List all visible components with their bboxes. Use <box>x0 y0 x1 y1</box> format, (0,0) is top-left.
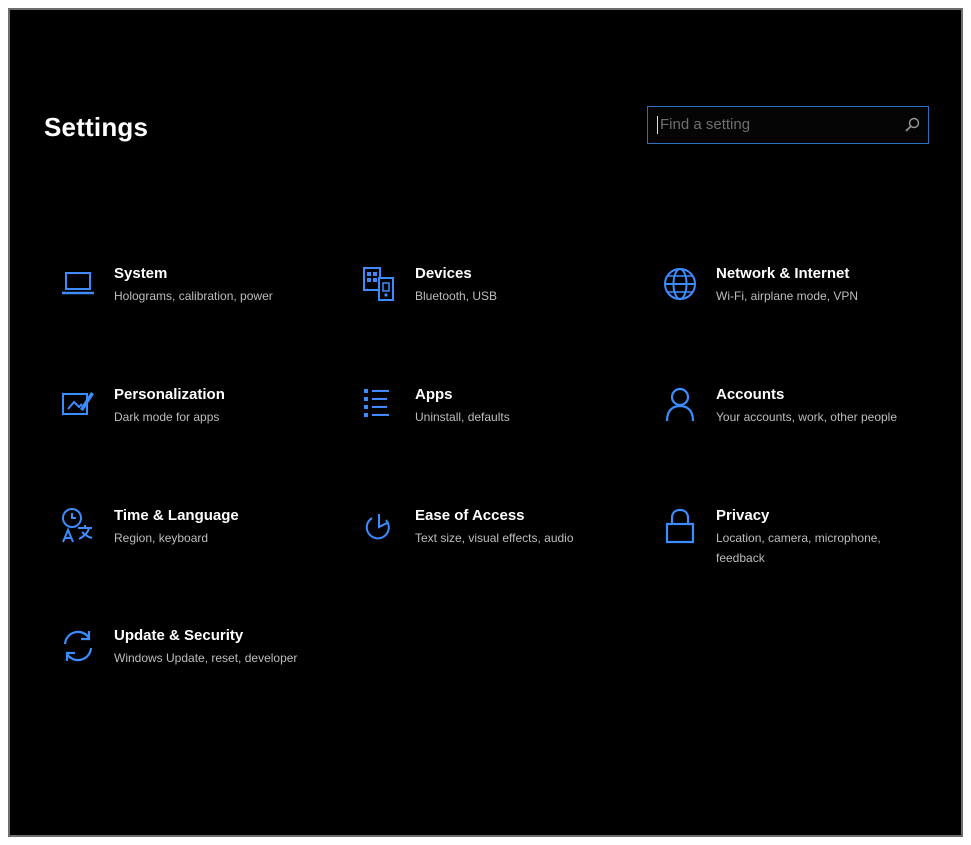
tile-apps[interactable]: Apps Uninstall, defaults <box>359 385 629 475</box>
tile-devices[interactable]: Devices Bluetooth, USB <box>359 264 629 354</box>
search-box[interactable] <box>647 106 929 144</box>
devices-icon <box>359 264 399 304</box>
tile-label: System <box>114 265 168 282</box>
tile-label: Update & Security <box>114 627 244 644</box>
tile-label: Devices <box>415 265 472 282</box>
tile-label: Apps <box>415 386 453 403</box>
tile-label: Personalization <box>114 386 225 403</box>
tile-description: Windows Update, reset, developer <box>114 651 298 665</box>
person-icon <box>660 385 700 425</box>
tile-system[interactable]: System Holograms, calibration, power <box>58 264 328 354</box>
tile-label: Ease of Access <box>415 507 525 524</box>
sync-icon <box>58 626 98 666</box>
globe-icon <box>660 264 700 304</box>
tile-update-security[interactable]: Update & Security Windows Update, reset,… <box>58 626 328 716</box>
tile-description: Region, keyboard <box>114 531 209 545</box>
tile-time-language[interactable]: Time & Language Region, keyboard <box>58 506 328 596</box>
lock-icon <box>660 506 700 546</box>
apps-list-icon <box>359 385 399 425</box>
tile-description: Location, camera, microphone, feedback <box>716 531 881 565</box>
tile-accounts[interactable]: Accounts Your accounts, work, other peop… <box>660 385 930 475</box>
tile-description: Your accounts, work, other people <box>716 410 898 424</box>
tile-description: Bluetooth, USB <box>415 289 498 303</box>
tile-description: Holograms, calibration, power <box>114 289 273 303</box>
search-icon <box>905 117 920 132</box>
tile-description: Wi-Fi, airplane mode, VPN <box>716 289 859 303</box>
personalization-icon <box>58 385 98 425</box>
tile-personalization[interactable]: Personalization Dark mode for apps <box>58 385 328 475</box>
ease-of-access-icon <box>359 506 399 546</box>
search-button[interactable] <box>902 115 922 135</box>
tile-label: Network & Internet <box>716 265 850 282</box>
tile-label: Accounts <box>716 386 785 403</box>
tile-ease-of-access[interactable]: Ease of Access Text size, visual effects… <box>359 506 629 596</box>
time-language-icon <box>58 506 98 546</box>
laptop-icon <box>58 264 98 304</box>
tile-network-internet[interactable]: Network & Internet Wi-Fi, airplane mode,… <box>660 264 930 354</box>
tile-label: Time & Language <box>114 507 239 524</box>
tile-privacy[interactable]: Privacy Location, camera, microphone, fe… <box>660 506 930 596</box>
tile-label: Privacy <box>716 507 770 524</box>
tile-description: Uninstall, defaults <box>415 410 510 424</box>
page-title: Settings <box>44 112 149 142</box>
settings-window: Settings System Holograms, calibration, … <box>8 8 963 837</box>
tile-description: Text size, visual effects, audio <box>415 531 574 545</box>
search-input[interactable] <box>656 107 890 142</box>
tile-description: Dark mode for apps <box>114 410 220 424</box>
